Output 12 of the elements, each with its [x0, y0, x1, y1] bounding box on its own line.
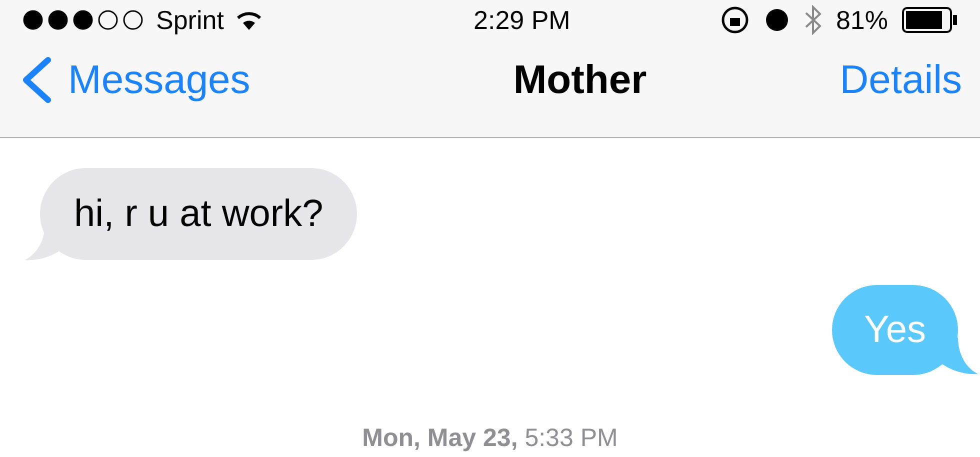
- clock-time: 2:29 PM: [474, 7, 570, 33]
- message-bubble: hi, r u at work?: [40, 168, 358, 260]
- back-chevron-icon: [20, 56, 52, 104]
- battery-percent: 81%: [836, 7, 888, 33]
- message-timestamp: Mon, May 23, 5:33 PM: [362, 422, 618, 454]
- message-bubble: Yes: [832, 284, 958, 374]
- bluetooth-icon: [804, 5, 822, 35]
- battery-icon: [902, 7, 958, 33]
- back-button[interactable]: Messages: [20, 50, 250, 110]
- details-button[interactable]: Details: [840, 50, 962, 110]
- carrier-name: Sprint: [156, 7, 224, 33]
- conversation-title: Mother: [513, 57, 647, 104]
